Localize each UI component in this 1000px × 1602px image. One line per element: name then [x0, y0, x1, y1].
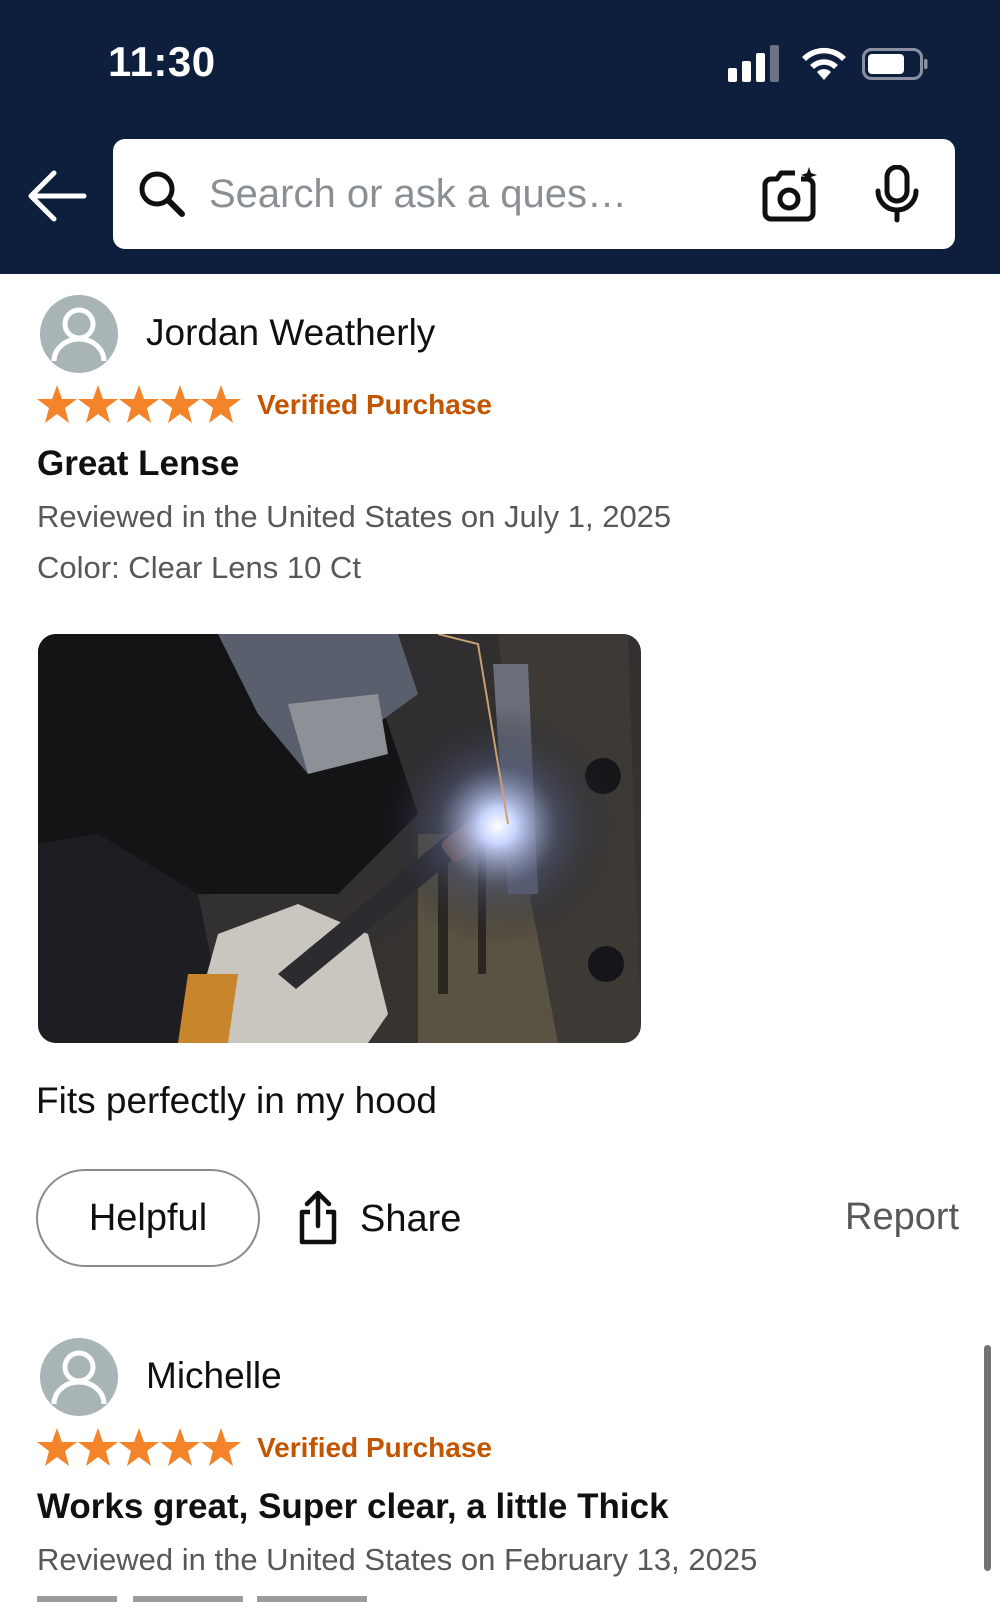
welding-photo-image: [38, 634, 641, 1043]
scrollbar[interactable]: [984, 1345, 991, 1571]
review-body: Fits perfectly in my hood: [36, 1080, 437, 1121]
partially-visible-text: [37, 1596, 367, 1602]
report-link[interactable]: Report: [845, 1196, 959, 1239]
helpful-button[interactable]: Helpful: [36, 1169, 260, 1267]
user-icon: [51, 307, 107, 362]
reviewer-name: Michelle: [146, 1355, 282, 1396]
review-title: Works great, Super clear, a little Thick: [37, 1487, 669, 1526]
star-rating: [37, 1428, 241, 1466]
review-date: Reviewed in the United States on July 1,…: [37, 499, 672, 534]
verified-purchase-badge: Verified Purchase: [257, 1432, 493, 1463]
avatar: [40, 1338, 118, 1416]
review-card: Jordan Weatherly Verified Purchase Great…: [0, 0, 1000, 1290]
review-photo[interactable]: [38, 634, 641, 1043]
avatar: [40, 295, 118, 373]
star-rating: [37, 385, 241, 423]
share-icon: [299, 1190, 337, 1245]
review-date: Reviewed in the United States on Februar…: [37, 1542, 758, 1577]
user-icon: [51, 1350, 107, 1405]
reviewer-name: Jordan Weatherly: [146, 312, 436, 353]
review-title: Great Lense: [37, 444, 240, 483]
review-variant: Color: Clear Lens 10 Ct: [37, 550, 361, 585]
verified-purchase-badge: Verified Purchase: [257, 389, 493, 420]
share-label: Share: [360, 1198, 462, 1240]
